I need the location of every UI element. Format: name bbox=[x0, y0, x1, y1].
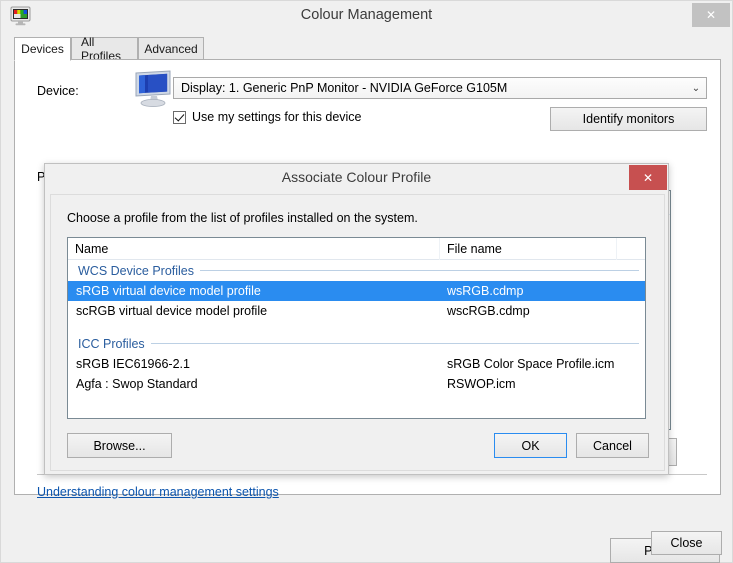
dialog-titlebar: Associate Colour Profile ✕ bbox=[45, 164, 668, 193]
associate-colour-profile-dialog: Associate Colour Profile ✕ Choose a prof… bbox=[44, 163, 669, 475]
list-item-file: sRGB Color Space Profile.icm bbox=[440, 357, 617, 371]
tab-advanced[interactable]: Advanced bbox=[138, 37, 204, 60]
chevron-down-icon: ⌄ bbox=[686, 83, 706, 94]
cancel-button[interactable]: Cancel bbox=[576, 433, 649, 458]
dialog-close-button[interactable]: ✕ bbox=[629, 165, 667, 190]
checkbox-icon bbox=[173, 111, 186, 124]
window-titlebar: Colour Management ✕ bbox=[1, 1, 732, 31]
understanding-colour-management-link[interactable]: Understanding colour management settings bbox=[37, 485, 279, 499]
profile-list-header: Name File name bbox=[68, 238, 645, 260]
profile-list-rows: WCS Device Profiles sRGB virtual device … bbox=[68, 260, 645, 418]
device-label: Device: bbox=[37, 84, 79, 98]
window-title: Colour Management bbox=[1, 7, 732, 23]
group-header-rule bbox=[200, 270, 639, 271]
profile-list[interactable]: Name File name WCS Device Profiles sRGB … bbox=[67, 237, 646, 419]
group-header-icc-label: ICC Profiles bbox=[78, 337, 145, 351]
column-header-name[interactable]: Name bbox=[68, 238, 440, 260]
use-my-settings-label: Use my settings for this device bbox=[192, 110, 362, 124]
column-header-extra[interactable] bbox=[617, 238, 645, 260]
list-item-file: RSWOP.icm bbox=[440, 377, 617, 391]
group-header-icc: ICC Profiles bbox=[68, 333, 645, 354]
window-close-button[interactable]: ✕ bbox=[692, 3, 730, 27]
list-item[interactable]: sRGB virtual device model profile wsRGB.… bbox=[68, 281, 645, 301]
tab-all-profiles[interactable]: All Profiles bbox=[71, 37, 138, 60]
list-item-file: wsRGB.cdmp bbox=[440, 284, 617, 298]
dialog-title: Associate Colour Profile bbox=[45, 169, 668, 185]
tab-devices-label: Devices bbox=[21, 42, 64, 56]
dialog-instruction: Choose a profile from the list of profil… bbox=[67, 211, 418, 225]
device-combo-value: Display: 1. Generic PnP Monitor - NVIDIA… bbox=[174, 81, 686, 95]
dialog-body: Choose a profile from the list of profil… bbox=[50, 194, 665, 471]
list-item-name: scRGB virtual device model profile bbox=[68, 304, 440, 318]
list-item[interactable]: scRGB virtual device model profile wscRG… bbox=[68, 301, 645, 321]
monitor-icon bbox=[132, 70, 174, 108]
group-header-wcs-label: WCS Device Profiles bbox=[78, 264, 194, 278]
list-item-name: sRGB virtual device model profile bbox=[68, 284, 440, 298]
identify-monitors-button[interactable]: Identify monitors bbox=[550, 107, 707, 131]
use-my-settings-checkbox[interactable]: Use my settings for this device bbox=[173, 110, 362, 124]
list-item-file: wscRGB.cdmp bbox=[440, 304, 617, 318]
list-item[interactable]: Agfa : Swop Standard RSWOP.icm bbox=[68, 374, 645, 394]
group-header-wcs: WCS Device Profiles bbox=[68, 260, 645, 281]
tab-advanced-label: Advanced bbox=[144, 42, 197, 56]
list-group-spacer bbox=[68, 321, 645, 333]
list-item-name: Agfa : Swop Standard bbox=[68, 377, 440, 391]
close-button[interactable]: Close bbox=[651, 531, 722, 555]
ok-button[interactable]: OK bbox=[494, 433, 567, 458]
device-combo[interactable]: Display: 1. Generic PnP Monitor - NVIDIA… bbox=[173, 77, 707, 99]
group-header-rule bbox=[151, 343, 639, 344]
tabstrip: Devices All Profiles Advanced bbox=[14, 37, 721, 60]
list-item[interactable]: sRGB IEC61966-2.1 sRGB Color Space Profi… bbox=[68, 354, 645, 374]
column-header-file-name[interactable]: File name bbox=[440, 238, 617, 260]
list-item-name: sRGB IEC61966-2.1 bbox=[68, 357, 440, 371]
tab-devices[interactable]: Devices bbox=[14, 37, 71, 61]
browse-button[interactable]: Browse... bbox=[67, 433, 172, 458]
screen: Colour Management ✕ Devices All Profiles… bbox=[0, 0, 733, 563]
